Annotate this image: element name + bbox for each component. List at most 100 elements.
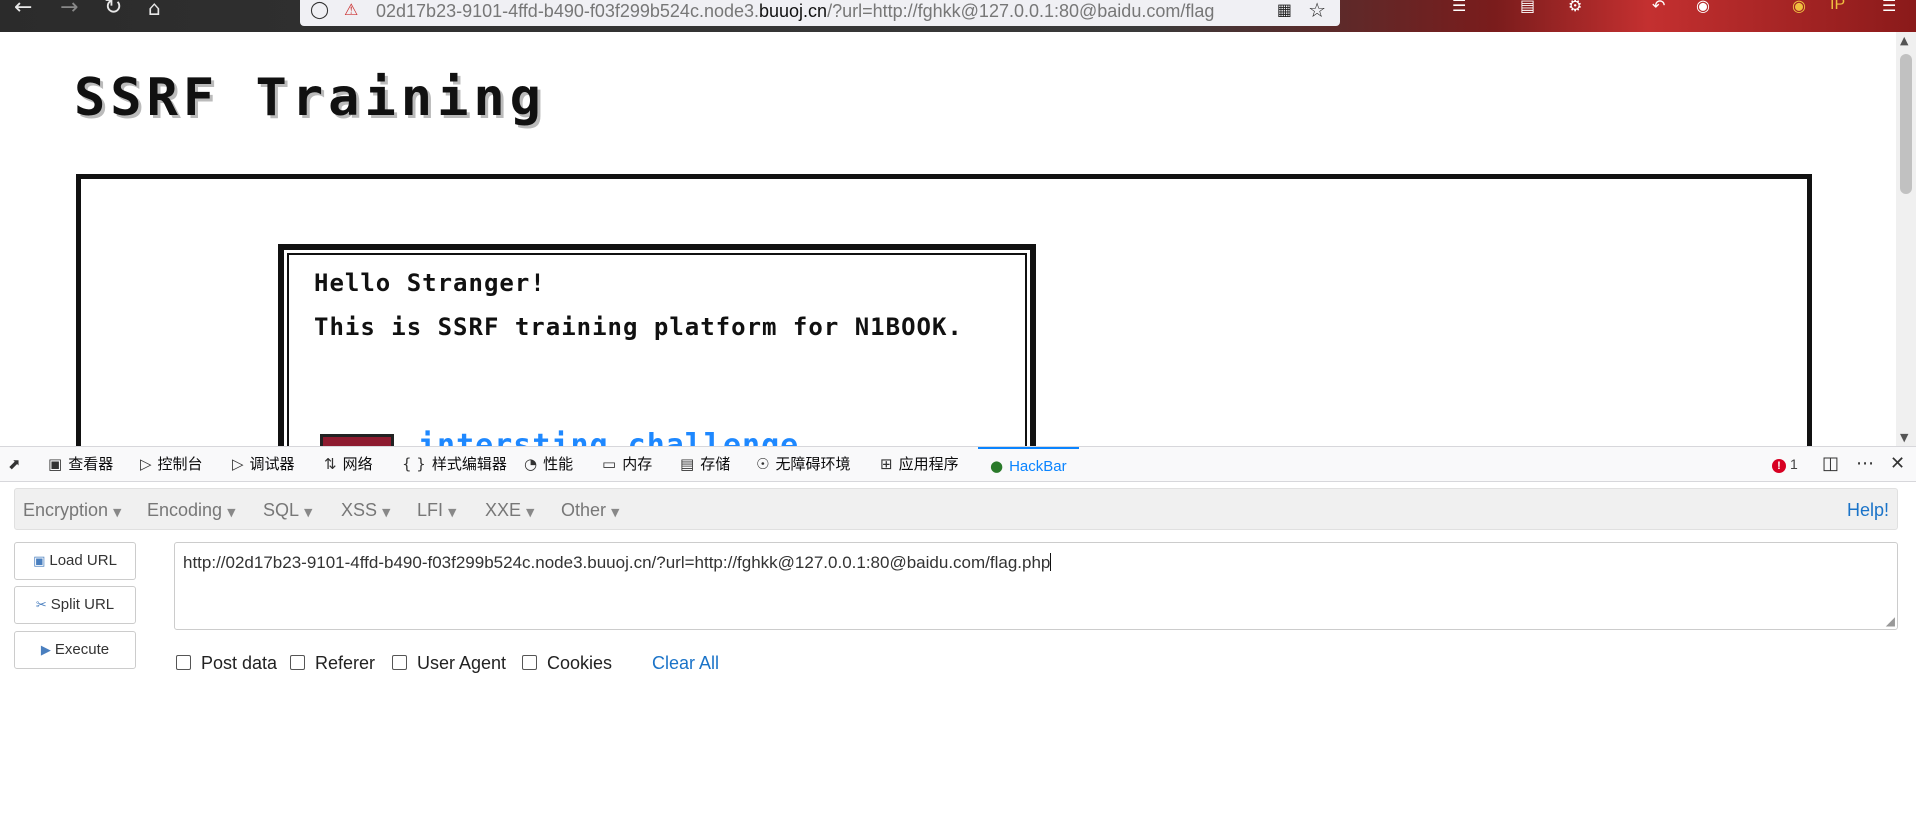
inspector-icon: ▣ bbox=[48, 455, 63, 473]
menu-xss[interactable]: XSS ▼ bbox=[341, 489, 391, 534]
checkbox-box[interactable] bbox=[522, 655, 537, 670]
menu-lfi[interactable]: LFI ▼ bbox=[417, 489, 456, 534]
error-count-badge[interactable]: ! 1 bbox=[1772, 447, 1798, 481]
tab-inspector[interactable]: ▣ 查看器 bbox=[48, 447, 113, 481]
scrollbar-thumb[interactable] bbox=[1900, 54, 1912, 194]
url-prefix: 02d17b23-9101-4ffd-b490-f03f299b524c.nod… bbox=[376, 1, 760, 21]
url-suffix: /?url=http://fghkk@127.0.0.1:80@baidu.co… bbox=[827, 1, 1215, 21]
undo-icon[interactable]: ↶ bbox=[1652, 0, 1665, 15]
performance-icon: ◔ bbox=[524, 455, 538, 473]
page-viewport: SSRF Training Hello Stranger! This is SS… bbox=[0, 32, 1896, 446]
dock-side-icon[interactable]: ◫ bbox=[1822, 447, 1839, 481]
tab-accessibility[interactable]: ☉ 无障碍环境 bbox=[756, 447, 850, 481]
checkbox-label: User Agent bbox=[417, 653, 507, 673]
bookmark-star-icon[interactable]: ☆ bbox=[1308, 0, 1326, 22]
menu-sql[interactable]: SQL ▼ bbox=[263, 489, 313, 534]
user-agent-checkbox[interactable]: User Agent bbox=[392, 652, 506, 674]
tab-label: 存储 bbox=[700, 456, 731, 473]
more-options-icon[interactable]: ⋯ bbox=[1856, 447, 1874, 481]
post-data-checkbox[interactable]: Post data bbox=[176, 652, 277, 674]
browser-toolbar: ← → ↻ ⌂ ◯ ⚠ 02d17b23-9101-4ffd-b490-f03f… bbox=[0, 0, 1916, 32]
tab-console[interactable]: ▷ 控制台 bbox=[140, 447, 203, 481]
caret-down-icon: ▼ bbox=[113, 506, 122, 519]
menu-encryption[interactable]: Encryption ▼ bbox=[23, 489, 122, 534]
tab-network[interactable]: ⇅ 网络 bbox=[324, 447, 373, 481]
blocker-icon[interactable]: ◉ bbox=[1792, 0, 1806, 15]
tab-label: 控制台 bbox=[157, 456, 203, 473]
menu-xxe[interactable]: XXE ▼ bbox=[485, 489, 535, 534]
button-label: Split URL bbox=[50, 596, 115, 613]
menu-label: Encryption bbox=[23, 500, 109, 520]
reload-icon[interactable]: ↻ bbox=[104, 0, 122, 22]
menu-other[interactable]: Other ▼ bbox=[561, 489, 620, 534]
tab-label: 样式编辑器 bbox=[431, 456, 507, 473]
greeting-text: Hello Stranger! bbox=[314, 269, 546, 297]
container-icon[interactable]: ◉ bbox=[1696, 0, 1710, 15]
execute-button[interactable]: ▶ Execute bbox=[14, 631, 136, 669]
debugger-icon: ▷ bbox=[232, 455, 244, 473]
checkbox-box[interactable] bbox=[290, 655, 305, 670]
caret-down-icon: ▼ bbox=[304, 506, 313, 519]
button-label: Execute bbox=[54, 641, 110, 658]
menu-label: XXE bbox=[485, 500, 522, 520]
clear-all-link[interactable]: Clear All bbox=[652, 652, 719, 674]
menu-encoding[interactable]: Encoding ▼ bbox=[147, 489, 236, 534]
tab-label: 性能 bbox=[543, 456, 574, 473]
home-icon[interactable]: ⌂ bbox=[148, 0, 161, 22]
tab-label: 查看器 bbox=[68, 456, 114, 473]
tab-debugger[interactable]: ▷ 调试器 bbox=[232, 447, 295, 481]
tab-style-editor[interactable]: { } 样式编辑器 bbox=[402, 447, 507, 481]
split-url-button[interactable]: ✂ Split URL bbox=[14, 586, 136, 624]
ip-extension-badge[interactable]: IP bbox=[1830, 0, 1845, 14]
tab-memory[interactable]: ▭ 内存 bbox=[602, 447, 652, 481]
menu-label: Encoding bbox=[147, 500, 223, 520]
console-icon: ▷ bbox=[140, 455, 152, 473]
tab-label: 网络 bbox=[342, 456, 373, 473]
tab-label: 应用程序 bbox=[898, 456, 959, 473]
address-url[interactable]: 02d17b23-9101-4ffd-b490-f03f299b524c.nod… bbox=[376, 1, 1214, 22]
style-editor-icon: { } bbox=[402, 455, 426, 473]
menu-label: XSS bbox=[341, 500, 378, 520]
application-icon: ⊞ bbox=[880, 455, 893, 473]
cookies-checkbox[interactable]: Cookies bbox=[522, 652, 612, 674]
arrow-right-icon[interactable]: → bbox=[60, 0, 78, 22]
gamepad-icon: ✚⋯ bbox=[320, 434, 394, 446]
caret-down-icon: ▼ bbox=[227, 506, 236, 519]
challenge-link[interactable]: intersting challenge bbox=[418, 428, 799, 446]
menu-label: Other bbox=[561, 500, 607, 520]
element-picker-icon[interactable]: ⬈ bbox=[8, 447, 27, 481]
library-icon[interactable]: ☰ bbox=[1452, 0, 1466, 15]
menu-label: LFI bbox=[417, 500, 444, 520]
menu-label: SQL bbox=[263, 500, 300, 520]
menu-icon[interactable]: ☰ bbox=[1882, 0, 1896, 15]
shield-icon[interactable]: ◯ bbox=[310, 0, 329, 20]
scroll-down-icon[interactable]: ▼ bbox=[1900, 431, 1908, 444]
page-scrollbar[interactable]: ▲ ▼ bbox=[1896, 32, 1916, 446]
close-icon[interactable]: ✕ bbox=[1890, 447, 1905, 481]
insecure-lock-icon[interactable]: ⚠ bbox=[344, 0, 358, 19]
tab-hackbar[interactable]: ● HackBar bbox=[978, 447, 1079, 481]
address-bar[interactable]: ◯ ⚠ 02d17b23-9101-4ffd-b490-f03f299b524c… bbox=[300, 0, 1340, 26]
tab-storage[interactable]: ▤ 存储 bbox=[680, 447, 730, 481]
url-input[interactable]: http://02d17b23-9101-4ffd-b490-f03f299b5… bbox=[174, 542, 1898, 630]
extension-icon[interactable]: ⚙ bbox=[1568, 0, 1582, 15]
checkbox-box[interactable] bbox=[392, 655, 407, 670]
button-label: Load URL bbox=[49, 552, 117, 569]
reader-view-icon[interactable]: ▤ bbox=[1520, 0, 1535, 15]
tab-application[interactable]: ⊞ 应用程序 bbox=[880, 447, 959, 481]
hackbar-menu-bar: Encryption ▼ Encoding ▼ SQL ▼ XSS ▼ LFI ▼ XXE… bbox=[14, 488, 1898, 530]
page-title: SSRF Training bbox=[74, 68, 546, 128]
load-url-button[interactable]: ▣ Load URL bbox=[14, 542, 136, 580]
arrow-left-icon[interactable]: ← bbox=[14, 0, 32, 22]
caret-down-icon: ▼ bbox=[448, 506, 457, 519]
tab-label: HackBar bbox=[1009, 458, 1067, 475]
qr-code-icon[interactable]: ▦ bbox=[1277, 0, 1292, 19]
checkbox-box[interactable] bbox=[176, 655, 191, 670]
checkbox-label: Referer bbox=[315, 653, 376, 673]
tab-performance[interactable]: ◔ 性能 bbox=[524, 447, 573, 481]
help-link[interactable]: Help! bbox=[1847, 489, 1889, 531]
referer-checkbox[interactable]: Referer bbox=[290, 652, 375, 674]
scroll-up-icon[interactable]: ▲ bbox=[1900, 34, 1908, 47]
url-domain: buuoj.cn bbox=[759, 1, 828, 21]
resize-grip-icon[interactable]: ◢ bbox=[1886, 614, 1895, 628]
